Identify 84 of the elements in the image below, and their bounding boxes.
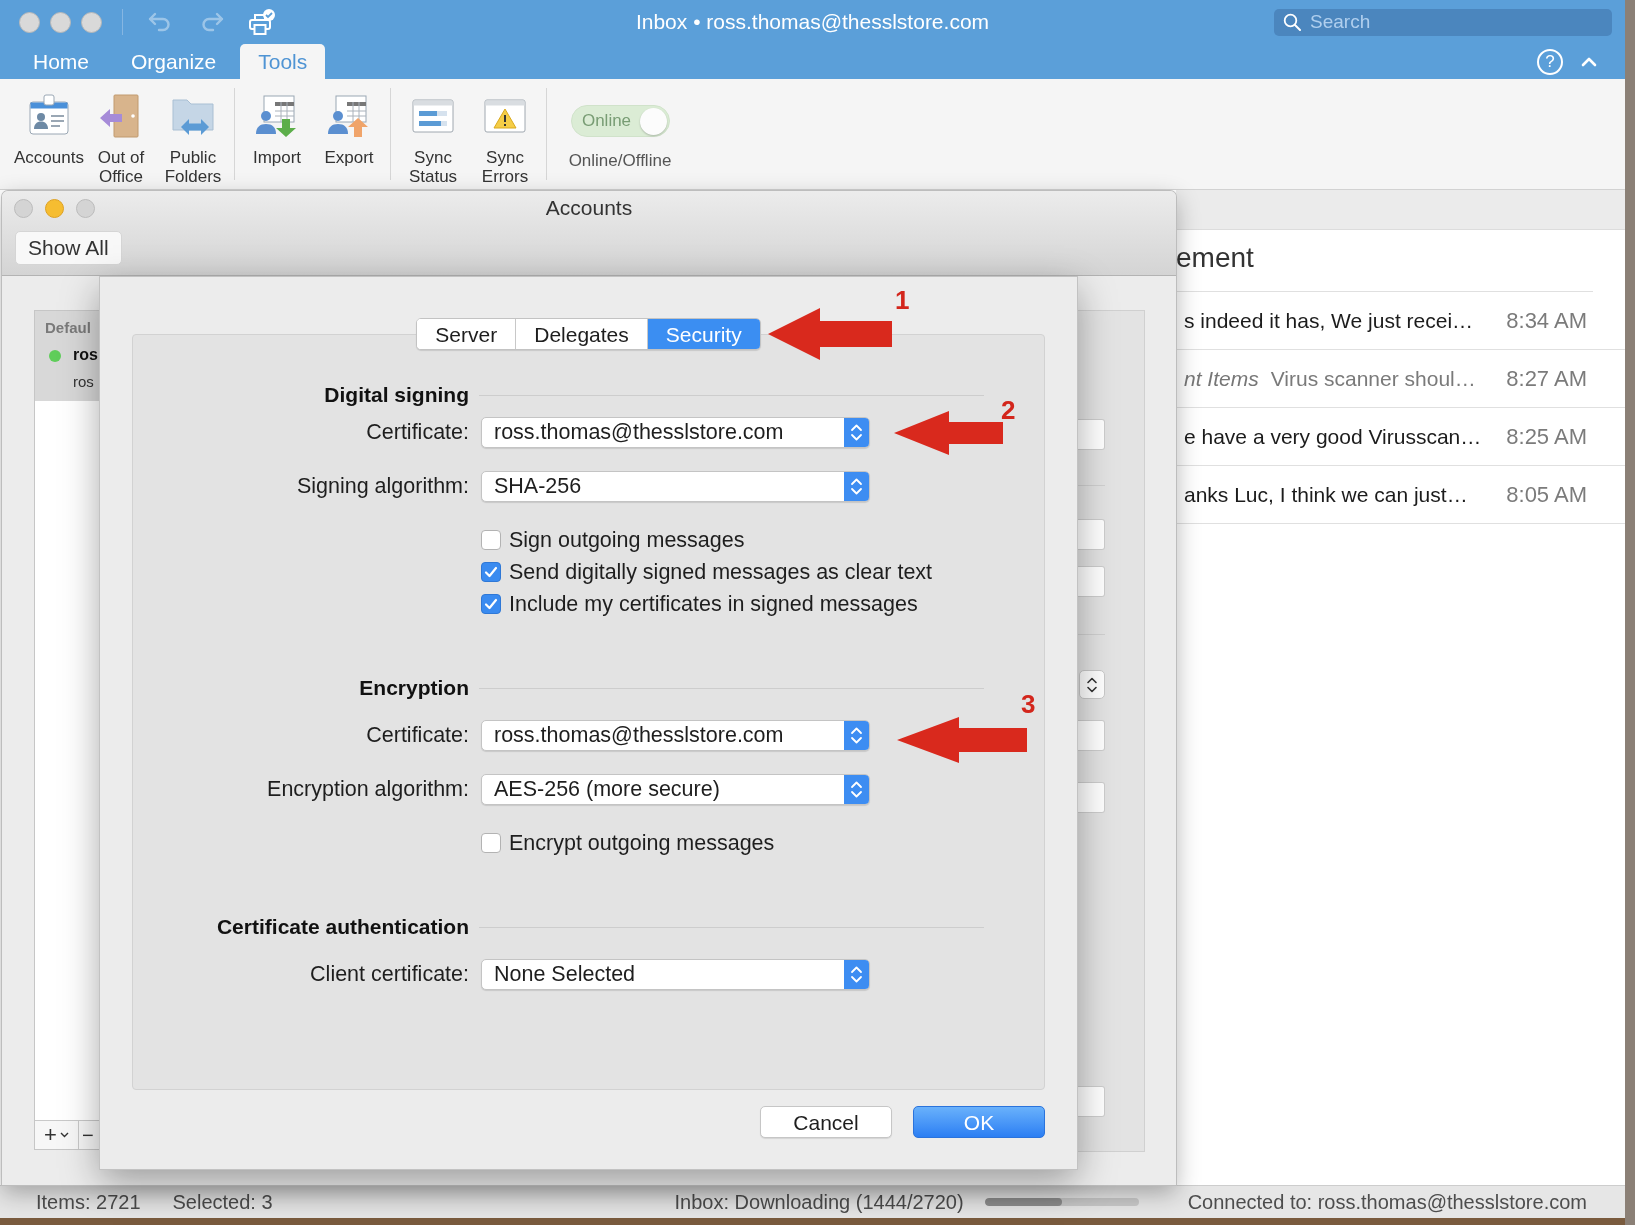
up-down-chevron-icon: [844, 721, 869, 750]
remove-button[interactable]: −: [79, 1121, 100, 1149]
checkbox-label: Sign outgoing messages: [509, 526, 745, 554]
input-field[interactable]: [1077, 1086, 1105, 1117]
zoom-button[interactable]: [76, 198, 95, 218]
printer-check-icon[interactable]: [248, 8, 276, 36]
checkmark-icon: [484, 598, 498, 610]
toggle-label: Online/Offline: [568, 151, 672, 170]
group-label: Defaul: [45, 317, 91, 338]
chevron-down-icon: [59, 1132, 69, 1138]
up-down-chevron-icon: [844, 418, 869, 447]
show-all-button[interactable]: Show All: [15, 231, 122, 265]
message-preview: e have a very good Virusscan…: [1184, 423, 1482, 450]
dialog-button[interactable]: Cancel: [760, 1106, 892, 1138]
up-down-chevron-icon: [844, 960, 869, 989]
field-label: Certificate:: [365, 722, 469, 750]
item-count: Items: 2721: [36, 1190, 141, 1215]
accounts-button[interactable]: Accounts: [13, 94, 85, 186]
tab[interactable]: Delegates: [515, 319, 647, 349]
checkbox-label: Encrypt outgoing messages: [509, 829, 775, 857]
account-email: ros: [73, 373, 95, 391]
minimize-button[interactable]: [50, 11, 71, 33]
connection-status: Connected to: ross.thomas@thesslstore.com: [1187, 1190, 1587, 1215]
input-field[interactable]: [1077, 519, 1105, 550]
field-label: Client certificate:: [309, 961, 469, 989]
message-time: 8:34 AM: [1506, 307, 1587, 335]
message-time: 8:25 AM: [1506, 423, 1587, 451]
dropdown[interactable]: ross.thomas@thesslstore.com: [481, 720, 870, 751]
callout-number: 1: [895, 285, 910, 315]
dropdown[interactable]: ross.thomas@thesslstore.com: [481, 417, 870, 448]
stepper-control[interactable]: [1079, 670, 1105, 699]
sync-errors-button[interactable]: Sync Errors: [469, 94, 541, 186]
message-preview: Virus scanner shoul…: [1270, 365, 1476, 392]
input-field[interactable]: [1077, 566, 1105, 597]
window-title: Inbox • ross.thomas@thesslstore.com: [635, 9, 990, 36]
add-button[interactable]: +: [35, 1121, 79, 1149]
id-card-icon: [27, 94, 71, 138]
checkbox-label: Include my certificates in signed messages: [509, 590, 918, 618]
message-preview: anks Luc, I think we can just…: [1184, 481, 1468, 508]
checkbox-label: Send digitally signed messages as clear text: [509, 558, 933, 586]
minimize-button[interactable]: [45, 198, 64, 218]
sync-status-button[interactable]: Sync Status: [397, 94, 469, 186]
selection-count: Selected: 3: [172, 1190, 273, 1215]
checkbox[interactable]: [481, 562, 501, 582]
checkbox[interactable]: [481, 530, 501, 550]
out-of-office-button[interactable]: Out of Office: [85, 94, 157, 186]
import-button[interactable]: Import: [241, 94, 313, 167]
dropdown[interactable]: AES-256 (more secure): [481, 774, 870, 805]
callout-number: 3: [1021, 689, 1036, 719]
list-heading: ement: [1176, 241, 1254, 275]
section-heading: Encryption: [358, 675, 469, 702]
public-folders-button[interactable]: Public Folders: [157, 94, 229, 186]
chevron-up-icon[interactable]: [1581, 56, 1597, 67]
dropdown[interactable]: SHA-256: [481, 471, 870, 502]
account-row[interactable]: ros ros: [35, 345, 100, 401]
account-name: ros: [73, 345, 98, 365]
checkbox[interactable]: [481, 594, 501, 614]
checkmark-icon: [484, 566, 498, 578]
input-field[interactable]: [1077, 720, 1105, 751]
window-title: Accounts: [545, 195, 633, 222]
field-label: Certificate:: [365, 419, 469, 447]
message-preview: s indeed it has, We just recei…: [1184, 307, 1474, 334]
field-label: Encryption algorithm:: [266, 776, 469, 804]
checkbox[interactable]: [481, 833, 501, 853]
message-time: 8:27 AM: [1506, 365, 1587, 393]
close-button[interactable]: [14, 198, 33, 218]
zoom-button[interactable]: [81, 11, 102, 33]
sync-status: Inbox: Downloading (1444/2720): [674, 1190, 964, 1215]
callout-number: 2: [1001, 395, 1016, 425]
search-icon: [1283, 13, 1301, 31]
up-down-chevron-icon: [1086, 675, 1098, 694]
input-field[interactable]: [1077, 782, 1105, 813]
up-down-chevron-icon: [844, 472, 869, 501]
dropdown[interactable]: None Selected: [481, 959, 870, 990]
section-heading: Digital signing: [323, 382, 469, 409]
field-label: Signing algorithm:: [295, 473, 469, 501]
export-button[interactable]: Export: [313, 94, 385, 167]
input-field[interactable]: [1077, 419, 1105, 450]
up-down-chevron-icon: [844, 775, 869, 804]
folder-name: nt Items: [1184, 365, 1259, 392]
close-button[interactable]: [19, 11, 40, 33]
tab[interactable]: Server: [417, 319, 516, 349]
section-heading: Certificate authentication: [215, 914, 469, 941]
message-time: 8:05 AM: [1506, 481, 1587, 509]
